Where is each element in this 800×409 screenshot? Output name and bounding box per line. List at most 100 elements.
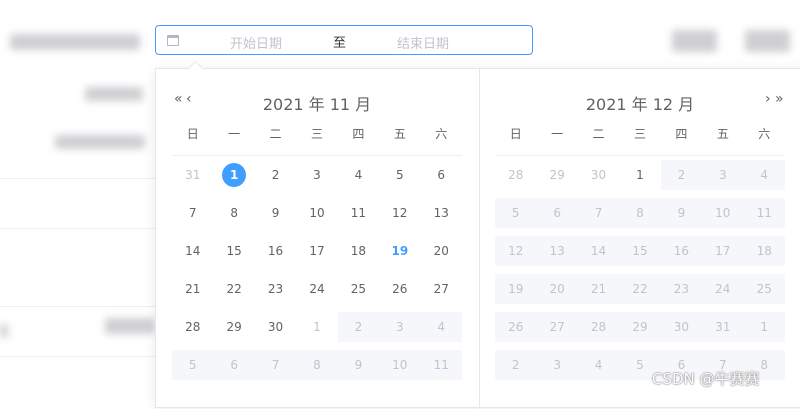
date-cell[interactable]: 21 [172,274,213,304]
date-cell[interactable]: 1 [296,312,337,342]
date-cell[interactable]: 5 [379,160,420,190]
date-cell[interactable]: 25 [338,274,379,304]
row-divider [0,356,158,357]
date-range-input[interactable]: 开始日期 至 结束日期 [155,25,533,55]
date-number: 11 [756,206,772,220]
date-cell[interactable]: 19 [379,236,420,266]
date-number: 27 [433,282,449,296]
date-cell: 17 [702,236,744,266]
left-date-table: 日一二三四五六 31 1 2 3 4 5 6 7 8 9 10 11 12 13 14 15 16 17 18 19 20… [172,119,462,384]
weekday-label: 五 [716,127,729,141]
date-number: 22 [226,282,242,296]
date-cell[interactable]: 12 [379,198,420,228]
blurred-label [105,318,155,334]
range-separator: 至 [333,36,347,51]
date-cell[interactable]: 29 [536,160,577,190]
weekday-label: 四 [352,127,365,141]
date-cell[interactable]: 1 [619,160,660,190]
start-date-input[interactable]: 开始日期 [230,33,282,52]
date-cell[interactable]: 13 [421,198,462,228]
panel-divider [479,69,480,409]
date-cell[interactable]: 6 [421,160,462,190]
date-cell[interactable]: 28 [172,312,213,342]
date-cell: 23 [660,274,703,304]
date-number: 2 [511,358,520,372]
date-number: 4 [354,168,363,182]
date-number: 1 [222,163,247,187]
date-cell[interactable]: 24 [296,274,337,304]
date-cell: 7 [254,350,297,380]
date-number: 6 [437,168,446,182]
date-cell[interactable]: 30 [255,312,296,342]
blurred-label [0,324,8,338]
date-number: 29 [226,320,242,334]
date-cell[interactable]: 3 [296,160,337,190]
date-number: 14 [590,244,607,258]
date-number: 5 [511,206,520,220]
date-cell: 5 [172,350,214,380]
blurred-button [745,30,790,52]
week-row: 26 27 28 29 30 31 1 [495,308,785,346]
date-number: 30 [267,320,284,334]
date-number: 9 [271,206,280,220]
date-cell: 9 [337,350,380,380]
date-cell: 21 [577,274,620,304]
date-cell[interactable]: 15 [213,236,254,266]
date-cell[interactable]: 18 [338,236,379,266]
date-cell[interactable]: 26 [379,274,420,304]
date-cell[interactable]: 14 [172,236,213,266]
date-number: 8 [230,206,238,220]
date-cell[interactable]: 8 [213,198,254,228]
date-number: 30 [673,320,690,334]
date-cell[interactable]: 2 [255,160,296,190]
date-number: 31 [185,168,201,182]
date-cell[interactable]: 7 [172,198,213,228]
date-cell[interactable]: 30 [578,160,619,190]
date-cell[interactable]: 10 [296,198,337,228]
date-number: 12 [508,244,524,258]
date-cell[interactable]: 27 [421,274,462,304]
date-cell: 24 [702,274,744,304]
date-number: 1 [313,320,321,334]
date-number: 7 [271,358,280,372]
date-cell[interactable]: 4 [338,160,379,190]
date-cell[interactable]: 23 [255,274,296,304]
date-cell[interactable]: 22 [213,274,254,304]
date-cell[interactable]: 16 [255,236,296,266]
date-cell[interactable]: 1 [213,160,254,190]
date-number: 28 [185,320,201,334]
date-number: 5 [396,168,404,182]
date-cell: 3 [702,160,744,190]
row-divider [0,228,158,229]
end-date-input[interactable]: 结束日期 [397,33,449,52]
week-row: 12 13 14 15 16 17 18 [495,232,785,270]
row-divider [0,306,158,307]
date-number: 23 [673,282,690,296]
date-number: 22 [632,282,648,296]
date-cell: 4 [743,160,785,190]
date-number: 19 [391,244,409,258]
date-cell: 18 [743,236,785,266]
right-date-table: 日一二三四五六 28 29 30 1 2 3 4 5 6 7 8 9 10 11 12 13 14 15 16 17 18… [495,119,785,384]
date-number: 8 [636,206,644,220]
date-cell[interactable]: 11 [338,198,379,228]
weekday-label: 六 [758,127,771,141]
date-number: 26 [392,282,408,296]
date-cell: 9 [660,198,703,228]
date-number: 6 [230,358,238,372]
date-cell[interactable]: 9 [255,198,296,228]
date-number: 11 [433,358,449,372]
date-number: 29 [632,320,648,334]
date-number: 31 [715,320,731,334]
date-cell[interactable]: 20 [421,236,462,266]
weekday-label: 二 [269,127,282,141]
blurred-label [85,87,143,101]
date-cell[interactable]: 31 [172,160,213,190]
date-cell: 29 [619,312,661,342]
date-cell[interactable]: 28 [495,160,536,190]
date-cell: 10 [379,350,421,380]
week-row: 7 8 9 10 11 12 13 [172,194,462,232]
date-cell[interactable]: 29 [213,312,254,342]
date-number: 17 [715,244,731,258]
date-cell[interactable]: 17 [296,236,337,266]
